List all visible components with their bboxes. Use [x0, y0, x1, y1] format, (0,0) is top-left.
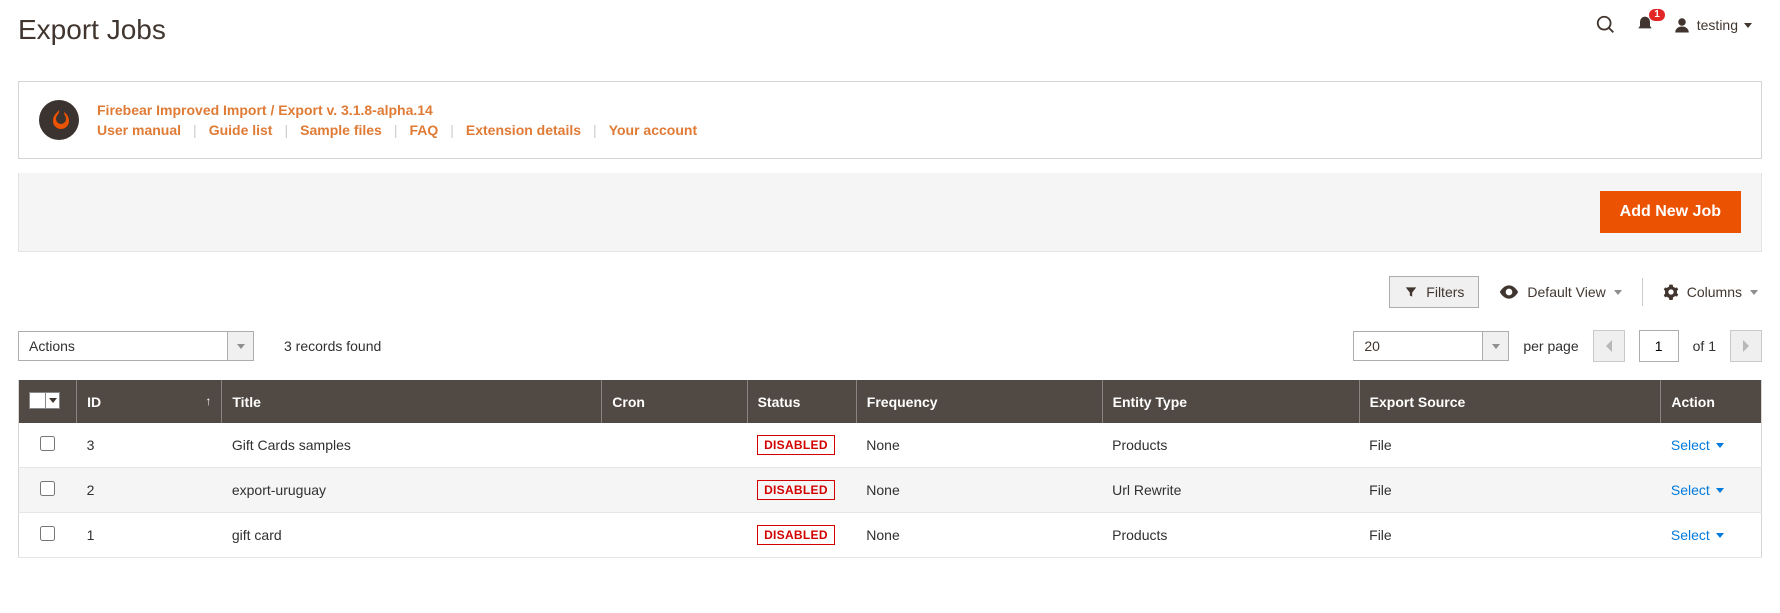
bulk-actions-label: Actions: [18, 331, 228, 361]
select-all-checkbox[interactable]: [29, 392, 60, 409]
default-view-label: Default View: [1527, 284, 1605, 300]
chevron-down-icon: [1716, 533, 1724, 538]
separator: [1642, 278, 1643, 306]
cell-frequency: None: [856, 468, 1102, 513]
cell-entity-type: Url Rewrite: [1102, 468, 1359, 513]
notifications-icon[interactable]: 1: [1635, 15, 1655, 35]
chevron-down-icon: [237, 344, 245, 349]
filters-label: Filters: [1426, 284, 1464, 300]
col-header-cron[interactable]: Cron: [602, 380, 747, 423]
prev-page-button[interactable]: [1593, 330, 1625, 362]
cell-entity-type: Products: [1102, 513, 1359, 558]
sort-asc-icon: ↑: [205, 394, 211, 408]
notifications-count-badge: 1: [1649, 9, 1665, 21]
chevron-down-icon: [1492, 344, 1500, 349]
chevron-down-icon: [1614, 290, 1622, 295]
col-header-id[interactable]: ID↑: [77, 380, 222, 423]
page-of-label: of 1: [1693, 338, 1716, 354]
banner-link-extension-details[interactable]: Extension details: [466, 122, 581, 138]
user-menu[interactable]: testing: [1673, 16, 1752, 34]
cell-id: 3: [77, 423, 222, 468]
bulk-actions-select[interactable]: Actions: [18, 331, 254, 361]
chevron-down-icon: [1716, 488, 1724, 493]
banner-link-sample-files[interactable]: Sample files: [300, 122, 382, 138]
col-header-status[interactable]: Status: [747, 380, 856, 423]
row-checkbox[interactable]: [40, 436, 55, 451]
columns-button[interactable]: Columns: [1663, 284, 1758, 300]
chevron-left-icon: [1605, 340, 1613, 352]
per-page-label: per page: [1523, 338, 1578, 354]
columns-label: Columns: [1687, 284, 1742, 300]
status-badge: DISABLED: [757, 435, 835, 455]
chevron-down-icon: [49, 398, 57, 403]
col-header-entity-type[interactable]: Entity Type: [1102, 380, 1359, 423]
col-header-action: Action: [1661, 380, 1762, 423]
eye-icon: [1499, 285, 1519, 299]
row-action-select[interactable]: Select: [1671, 437, 1724, 453]
add-new-job-button[interactable]: Add New Job: [1600, 191, 1741, 233]
banner-link-user-manual[interactable]: User manual: [97, 122, 181, 138]
next-page-button[interactable]: [1730, 330, 1762, 362]
row-checkbox[interactable]: [40, 481, 55, 496]
gear-icon: [1663, 284, 1679, 300]
banner-title: Firebear Improved Import / Export v. 3.1…: [97, 102, 697, 118]
table-row: 1 gift card DISABLED None Products File …: [19, 513, 1762, 558]
user-name: testing: [1697, 17, 1738, 33]
banner-link-your-account[interactable]: Your account: [609, 122, 697, 138]
page-number-input[interactable]: [1639, 330, 1679, 362]
chevron-down-icon: [1716, 443, 1724, 448]
status-badge: DISABLED: [757, 480, 835, 500]
table-row: 2 export-uruguay DISABLED None Url Rewri…: [19, 468, 1762, 513]
page-title: Export Jobs: [18, 14, 166, 46]
jobs-table: ID↑ Title Cron Status Frequency Entity T…: [18, 380, 1762, 558]
cell-cron: [602, 468, 747, 513]
search-icon[interactable]: [1595, 14, 1617, 36]
col-header-title[interactable]: Title: [222, 380, 602, 423]
per-page-select[interactable]: 20: [1353, 331, 1509, 361]
filters-button[interactable]: Filters: [1389, 276, 1479, 308]
col-header-frequency[interactable]: Frequency: [856, 380, 1102, 423]
extension-banner: Firebear Improved Import / Export v. 3.1…: [18, 81, 1762, 159]
table-row: 3 Gift Cards samples DISABLED None Produ…: [19, 423, 1762, 468]
row-action-select[interactable]: Select: [1671, 527, 1724, 543]
user-icon: [1673, 16, 1691, 34]
cell-cron: [602, 423, 747, 468]
cell-id: 1: [77, 513, 222, 558]
records-found-label: 3 records found: [284, 338, 381, 354]
col-header-export-source[interactable]: Export Source: [1359, 380, 1661, 423]
banner-link-guide-list[interactable]: Guide list: [209, 122, 273, 138]
chevron-down-icon: [1750, 290, 1758, 295]
banner-link-faq[interactable]: FAQ: [409, 122, 438, 138]
per-page-value: 20: [1353, 331, 1483, 361]
status-badge: DISABLED: [757, 525, 835, 545]
cell-title: Gift Cards samples: [222, 423, 602, 468]
default-view-button[interactable]: Default View: [1499, 284, 1621, 300]
cell-entity-type: Products: [1102, 423, 1359, 468]
cell-id: 2: [77, 468, 222, 513]
chevron-down-icon: [1744, 23, 1752, 28]
chevron-right-icon: [1742, 340, 1750, 352]
cell-title: gift card: [222, 513, 602, 558]
funnel-icon: [1404, 285, 1418, 299]
cell-cron: [602, 513, 747, 558]
row-checkbox[interactable]: [40, 526, 55, 541]
row-action-select[interactable]: Select: [1671, 482, 1724, 498]
cell-export-source: File: [1359, 468, 1661, 513]
cell-frequency: None: [856, 423, 1102, 468]
cell-frequency: None: [856, 513, 1102, 558]
firebear-logo-icon: [39, 100, 79, 140]
cell-title: export-uruguay: [222, 468, 602, 513]
cell-export-source: File: [1359, 423, 1661, 468]
cell-export-source: File: [1359, 513, 1661, 558]
